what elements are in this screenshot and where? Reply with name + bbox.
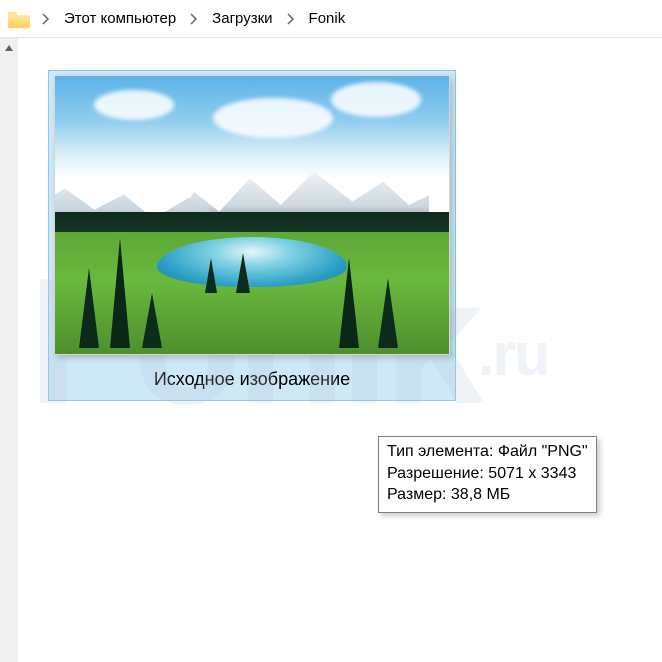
file-thumbnail [54,75,450,355]
file-tooltip: Тип элемента: Файл "PNG" Разрешение: 507… [378,436,597,513]
watermark-suffix: .ru [478,321,549,388]
scroll-up-icon[interactable] [1,40,17,56]
tooltip-type-value: Файл "PNG" [498,443,588,460]
folder-icon [8,10,30,28]
chevron-right-icon[interactable] [283,11,299,27]
chevron-right-icon[interactable] [186,11,202,27]
tooltip-type-row: Тип элемента: Файл "PNG" [387,441,588,463]
breadcrumb-item-fonik[interactable]: Fonik [305,8,350,29]
chevron-right-icon[interactable] [38,11,54,27]
breadcrumb-item-computer[interactable]: Этот компьютер [60,8,180,29]
tooltip-resolution-value: 5071 x 3343 [488,465,576,482]
tooltip-size-label: Размер: [387,486,446,503]
tooltip-type-label: Тип элемента: [387,443,493,460]
file-item[interactable]: Исходное изображение [48,70,456,401]
tooltip-resolution-label: Разрешение: [387,465,484,482]
tooltip-resolution-row: Разрешение: 5071 x 3343 [387,463,588,485]
breadcrumb-item-downloads[interactable]: Загрузки [208,8,276,29]
scrollbar[interactable] [0,38,18,662]
file-name: Исходное изображение [154,369,350,390]
file-pane[interactable]: Fonik.ru Исходное изображ [18,38,662,662]
tooltip-size-value: 38,8 МБ [451,486,510,503]
breadcrumb-bar[interactable]: Этот компьютер Загрузки Fonik [0,0,662,38]
tooltip-size-row: Размер: 38,8 МБ [387,484,588,506]
